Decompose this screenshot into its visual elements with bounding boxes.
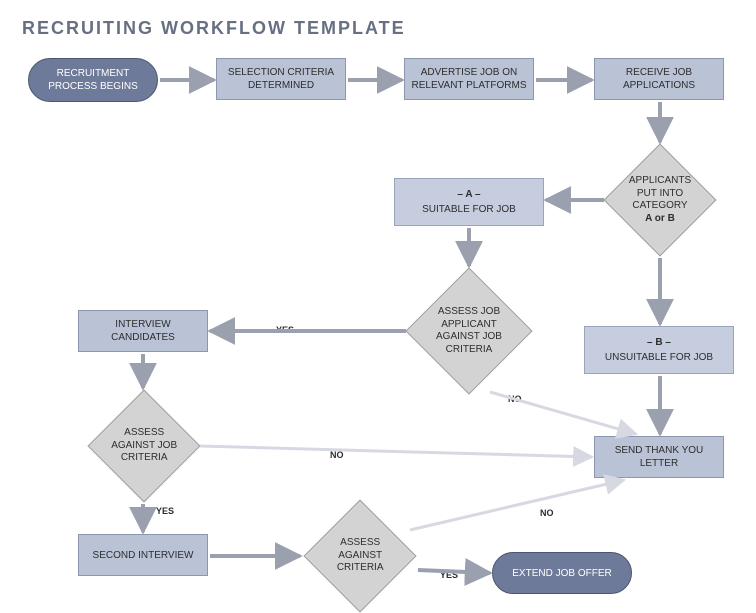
edge-label-no-3: NO	[540, 508, 554, 518]
node-label: SEND THANK YOU LETTER	[601, 444, 717, 470]
node-label-line: APPLICANT	[431, 319, 507, 332]
node-label-wrap: ASSESS JOB APPLICANT AGAINST JOB CRITERI…	[431, 306, 507, 356]
node-label-wrap: ASSESS AGAINST JOB CRITERIA	[111, 427, 177, 465]
cat-b-label: – B –	[647, 336, 671, 349]
node-label-line: CRITERIA	[111, 452, 177, 465]
node-interview-candidates: INTERVIEW CANDIDATES	[78, 310, 208, 352]
node-selection-criteria: SELECTION CRITERIA DETERMINED	[216, 58, 346, 100]
node-label-line: A or B	[627, 213, 693, 226]
node-label-line: CRITERIA	[327, 562, 393, 575]
node-advertise: ADVERTISE JOB ON RELEVANT PLATFORMS	[404, 58, 534, 100]
node-extend-job-offer: EXTEND JOB OFFER	[492, 552, 632, 594]
node-label: INTERVIEW CANDIDATES	[85, 318, 201, 344]
node-assess-criteria-2-decision: ASSESS AGAINST JOB CRITERIA	[87, 389, 200, 502]
node-start: RECRUITMENT PROCESS BEGINS	[28, 58, 158, 102]
edge-label-no-1: NO	[508, 394, 522, 404]
cat-a-text: SUITABLE FOR JOB	[422, 203, 516, 216]
edge-label-yes-2: YES	[156, 506, 174, 516]
node-label-line: ASSESS	[327, 537, 393, 550]
node-assess-criteria-3-decision: ASSESS AGAINST CRITERIA	[303, 499, 416, 612]
node-label-line: CRITERIA	[431, 344, 507, 357]
node-label-line: CATEGORY	[627, 200, 693, 213]
node-label-line: APPLICANTS	[627, 175, 693, 188]
node-label: ADVERTISE JOB ON RELEVANT PLATFORMS	[411, 66, 527, 92]
node-category-a: – A – SUITABLE FOR JOB	[394, 178, 544, 226]
node-label-line: ASSESS JOB	[431, 306, 507, 319]
edge-label-no-2: NO	[330, 450, 344, 460]
node-receive-applications: RECEIVE JOB APPLICATIONS	[594, 58, 724, 100]
edge-label-yes-1: YES	[276, 325, 294, 335]
edge-label-yes-3: YES	[440, 570, 458, 580]
node-label-line: AGAINST JOB	[431, 331, 507, 344]
node-label: RECEIVE JOB APPLICATIONS	[601, 66, 717, 92]
node-label-wrap: ASSESS AGAINST CRITERIA	[327, 537, 393, 575]
node-label-line: AGAINST JOB	[111, 440, 177, 453]
node-label-line: ASSESS	[111, 427, 177, 440]
node-second-interview: SECOND INTERVIEW	[78, 534, 208, 576]
node-label-wrap: APPLICANTS PUT INTO CATEGORY A or B	[627, 175, 693, 225]
node-thank-you-letter: SEND THANK YOU LETTER	[594, 436, 724, 478]
cat-a-label: – A –	[457, 188, 480, 201]
node-label-line: AGAINST	[327, 550, 393, 563]
node-start-label: RECRUITMENT PROCESS BEGINS	[35, 67, 151, 93]
cat-b-text: UNSUITABLE FOR JOB	[605, 351, 713, 364]
node-label: SELECTION CRITERIA DETERMINED	[223, 66, 339, 92]
node-label: EXTEND JOB OFFER	[512, 567, 611, 580]
page-title: RECRUITING WORKFLOW TEMPLATE	[22, 18, 406, 39]
node-assess-applicant-decision: ASSESS JOB APPLICANT AGAINST JOB CRITERI…	[405, 267, 532, 394]
node-categorize-decision: APPLICANTS PUT INTO CATEGORY A or B	[603, 143, 716, 256]
node-label-line: PUT INTO	[627, 188, 693, 201]
node-category-b: – B – UNSUITABLE FOR JOB	[584, 326, 734, 374]
node-label: SECOND INTERVIEW	[93, 549, 194, 562]
